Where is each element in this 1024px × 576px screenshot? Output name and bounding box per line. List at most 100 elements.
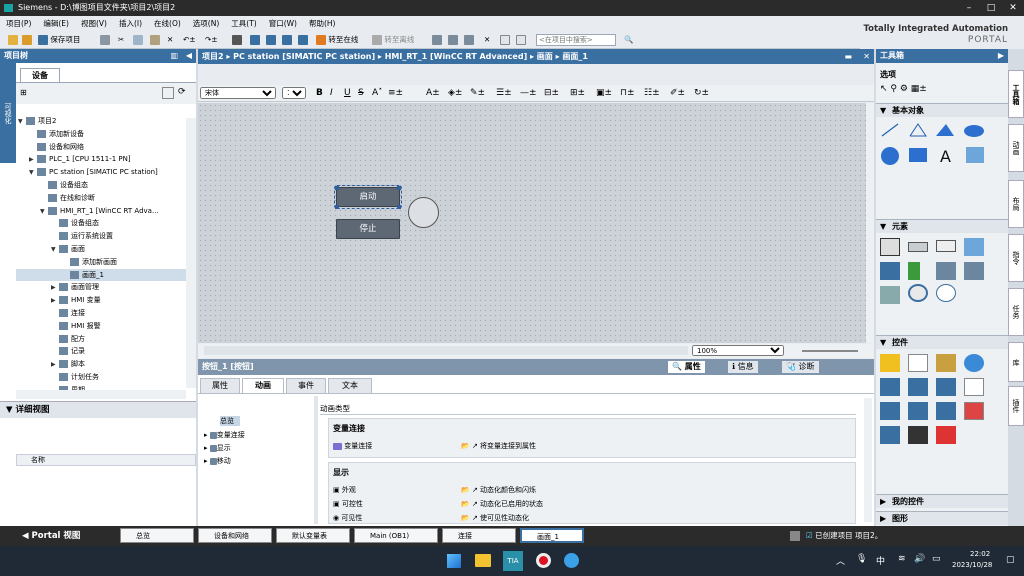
line-style-icon[interactable]: ☰± (496, 88, 512, 98)
clock-time[interactable]: 22:02 (970, 550, 990, 558)
detail-name-column[interactable]: 名称 (16, 454, 196, 466)
gauge-tool-icon[interactable] (908, 284, 928, 302)
tree-item[interactable]: 计划任务 (16, 371, 196, 384)
status-force-tool-icon[interactable] (908, 378, 928, 396)
line-color-icon[interactable]: ✎± (470, 88, 485, 98)
tree-hscrollbar[interactable] (16, 390, 186, 399)
tree-item[interactable]: ▼ PC station [SIMATIC PC station] (16, 166, 196, 179)
wifi-icon[interactable]: ≋ (898, 554, 906, 564)
text-field-tool-icon[interactable]: A (940, 147, 951, 166)
devices-tab[interactable]: 设备 (20, 68, 60, 82)
underline-icon[interactable]: U (344, 88, 351, 98)
editor-close-icon[interactable]: ✕ (863, 49, 870, 64)
tree-expander-icon[interactable]: ▼ (40, 206, 48, 218)
html-browser-tool-icon[interactable] (964, 354, 984, 372)
nav-movement[interactable]: ▸ 移动 (204, 456, 231, 466)
f-xy-view-tool-icon[interactable] (964, 378, 984, 396)
clock-date[interactable]: 2023/10/28 (952, 561, 992, 569)
camera-view-tool-icon[interactable] (908, 426, 928, 444)
menu-tools[interactable]: 工具(T) (225, 16, 262, 31)
symbolic-io-tool-icon[interactable] (936, 240, 956, 252)
collapse-panel-icon[interactable]: ◀ (186, 49, 192, 63)
go-online-button[interactable]: 转至在线 (316, 34, 358, 46)
distribute-icon[interactable]: ⊞± (570, 88, 585, 98)
close-button[interactable]: ✕ (1002, 0, 1024, 16)
selection-handle[interactable] (397, 186, 401, 190)
graphics-header[interactable]: ▶ 图形 (876, 511, 1008, 525)
nav-display[interactable]: ▸ 显示 (204, 443, 231, 453)
menu-insert[interactable]: 插入(I) (113, 16, 148, 31)
controls-header[interactable]: ▼ 控件 (876, 335, 1008, 349)
plc-code-view-tool-icon[interactable] (908, 402, 928, 420)
task-tab-toolbox[interactable]: 工具箱 (1008, 70, 1024, 118)
layer-icon[interactable]: ☷± (644, 88, 660, 98)
rectangle-tool-icon[interactable] (909, 148, 927, 162)
tree-expander-icon[interactable]: ▼ (18, 116, 26, 128)
tree-item[interactable]: 配方 (16, 333, 196, 346)
tree-filter-icon[interactable]: ⊞ (20, 88, 27, 97)
inspector-info-tab[interactable]: ℹ 信息 (728, 361, 758, 373)
clock-tool-icon[interactable] (936, 284, 956, 302)
rotate-icon[interactable]: ↻± (694, 88, 709, 98)
io-field-tool-icon[interactable] (880, 238, 900, 256)
tray-overflow-icon[interactable]: ︿ (836, 554, 845, 567)
menu-edit[interactable]: 编辑(E) (37, 16, 75, 31)
file-explorer-icon[interactable] (475, 554, 491, 567)
tree-item[interactable]: 记录 (16, 345, 196, 358)
line-tool-icon[interactable] (881, 123, 899, 137)
basic-objects-header[interactable]: ▼ 基本对象 (876, 103, 1008, 117)
tree-item[interactable]: ▼ HMI_RT_1 [WinCC RT Adva... (16, 205, 196, 218)
tree-item[interactable]: 设备组态 (16, 217, 196, 230)
task-tab-animations[interactable]: 动画 (1008, 124, 1024, 172)
dynamize-visibility-action[interactable]: 📂 ↗ 使可见性动态化 (461, 513, 529, 523)
hmi-screen-canvas[interactable]: 启动 停止 (198, 103, 866, 343)
my-controls-header[interactable]: ▶ 我的控件 (876, 494, 1008, 508)
dynamize-color-action[interactable]: 📂 ↗ 动态化颜色和闪烁 (461, 485, 536, 495)
tree-expander-icon[interactable]: ▶ (51, 282, 59, 294)
stop-button[interactable]: 停止 (336, 219, 400, 239)
collapse-toolbox-icon[interactable]: ▶ (998, 49, 1004, 63)
tree-item[interactable]: 画面_1 (16, 268, 196, 282)
taskbar-main-ob1[interactable]: Main (OB1) (354, 528, 438, 543)
date-time-tool-icon[interactable] (880, 262, 900, 280)
task-tab-layout[interactable]: 布局 (1008, 180, 1024, 228)
align-objects-icon[interactable]: ⊟± (544, 88, 559, 98)
tree-expander-icon[interactable]: ▼ (51, 244, 59, 256)
task-tab-tasks[interactable]: 任务 (1008, 288, 1024, 336)
task-tab-addins[interactable]: 插件 (1008, 386, 1024, 426)
taskbar-default-tag-table[interactable]: 默认变量表 (276, 528, 350, 543)
battery-icon[interactable]: ▭ (932, 554, 941, 564)
copy-icon[interactable] (133, 34, 143, 46)
editor-minimize-icon[interactable]: ▬ (844, 49, 852, 64)
search-icon[interactable]: 🔍 (624, 34, 633, 46)
font-family-select[interactable]: 宋体 (200, 87, 276, 99)
recipe-view-tool-icon[interactable] (880, 378, 900, 396)
minimize-button[interactable]: – (958, 0, 980, 16)
menu-help[interactable]: 帮助(H) (303, 16, 342, 31)
cross-reference-icon[interactable] (448, 34, 458, 46)
taskbar-devices-networks[interactable]: 设备和网络 (198, 528, 272, 543)
upload-icon[interactable] (266, 34, 276, 46)
tree-item[interactable]: 运行系统设置 (16, 230, 196, 243)
task-tab-libraries[interactable]: 库 (1008, 342, 1024, 382)
maximize-button[interactable]: □ (980, 0, 1002, 16)
nav-variable-connection[interactable]: ▸ 变量连接 (204, 430, 245, 440)
taskbar-screen1[interactable]: 画面_1 (520, 528, 584, 543)
ime-indicator[interactable]: 中 (876, 554, 885, 567)
tree-item[interactable]: 设备和网络 (16, 141, 196, 154)
elements-header[interactable]: ▼ 元素 (876, 219, 1008, 233)
tree-item[interactable]: ▶ 脚本 (16, 358, 196, 371)
tree-item[interactable]: ▶ HMI 变量 (16, 294, 196, 307)
simulate-icon[interactable] (282, 34, 292, 46)
font-color-icon[interactable]: A± (426, 88, 440, 98)
status-icon[interactable] (790, 531, 800, 541)
browser-icon[interactable] (564, 553, 579, 568)
print-icon[interactable] (100, 34, 110, 46)
switch-tool-icon[interactable] (936, 262, 956, 280)
microphone-icon[interactable]: 🎙 (856, 554, 867, 564)
pdf-view-tool-icon[interactable] (936, 426, 956, 444)
same-size-icon[interactable]: ⊓± (620, 88, 635, 98)
media-player-tool-icon[interactable] (964, 402, 984, 420)
circle-tool-icon[interactable] (881, 147, 899, 165)
tree-item[interactable]: HMI 报警 (16, 320, 196, 333)
